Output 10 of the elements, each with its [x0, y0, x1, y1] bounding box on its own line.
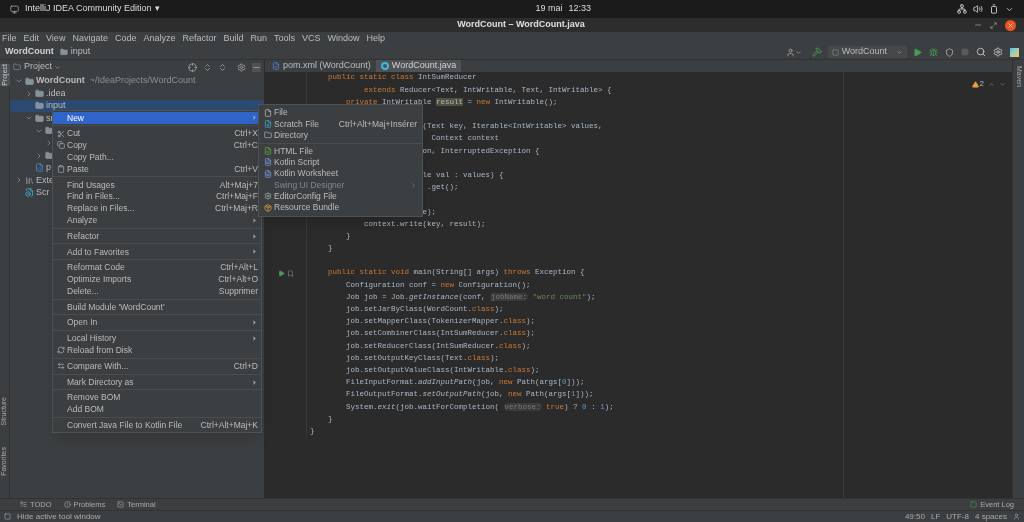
date: 19 mai	[535, 2, 563, 16]
tree-label: WordCount	[36, 74, 85, 88]
window-title: WordCount – WordCount.java	[457, 18, 585, 32]
tree-label: p	[46, 161, 51, 175]
tree-label: .idea	[46, 86, 66, 100]
tree-label: Scr	[36, 185, 50, 199]
tree-path: ~/IdeaProjects/WordCount	[89, 74, 196, 88]
clock: 12:33	[568, 2, 592, 16]
status-message: Hide active tool window	[17, 510, 101, 522]
tree-label: input	[46, 99, 66, 113]
